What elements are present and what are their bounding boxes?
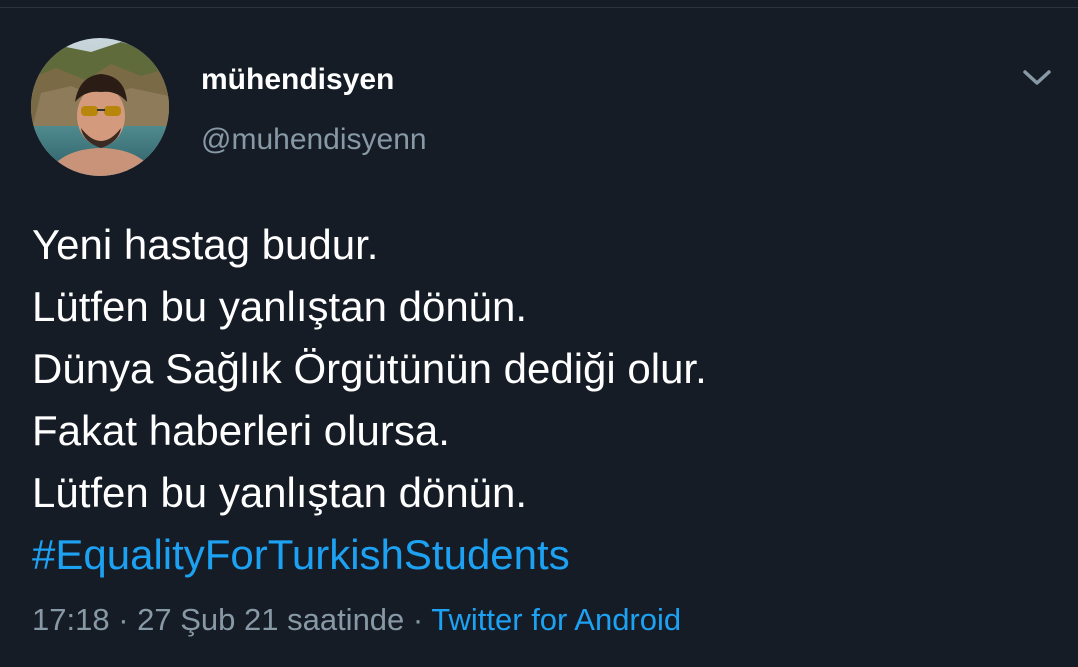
tweet-line: Lütfen bu yanlıştan dönün. — [32, 469, 528, 516]
chevron-down-icon[interactable] — [1017, 62, 1057, 92]
avatar[interactable] — [31, 38, 169, 176]
tweet-line: Yeni hastag budur. — [32, 221, 379, 268]
user-handle[interactable]: @muhendisyenn — [201, 120, 427, 160]
tweet-line: Dünya Sağlık Örgütünün dediği olur. — [32, 345, 707, 392]
tweet-line: Lütfen bu yanlıştan dönün. — [32, 283, 528, 330]
tweet-meta: 17:18 · 27 Şub 21 saatinde · Twitter for… — [32, 600, 681, 640]
meta-separator: · — [404, 602, 432, 637]
tweet-text: Yeni hastag budur. Lütfen bu yanlıştan d… — [32, 214, 1052, 586]
hashtag-link[interactable]: #EqualityForTurkishStudents — [32, 524, 1052, 586]
tweet-timestamp[interactable]: 17:18 · 27 Şub 21 saatinde — [32, 602, 404, 637]
tweet-line: Fakat haberleri olursa. — [32, 407, 450, 454]
avatar-photo — [31, 38, 169, 176]
display-name[interactable]: mühendisyen — [201, 60, 394, 100]
tweet-source-link[interactable]: Twitter for Android — [431, 602, 681, 637]
top-divider — [0, 0, 1078, 8]
